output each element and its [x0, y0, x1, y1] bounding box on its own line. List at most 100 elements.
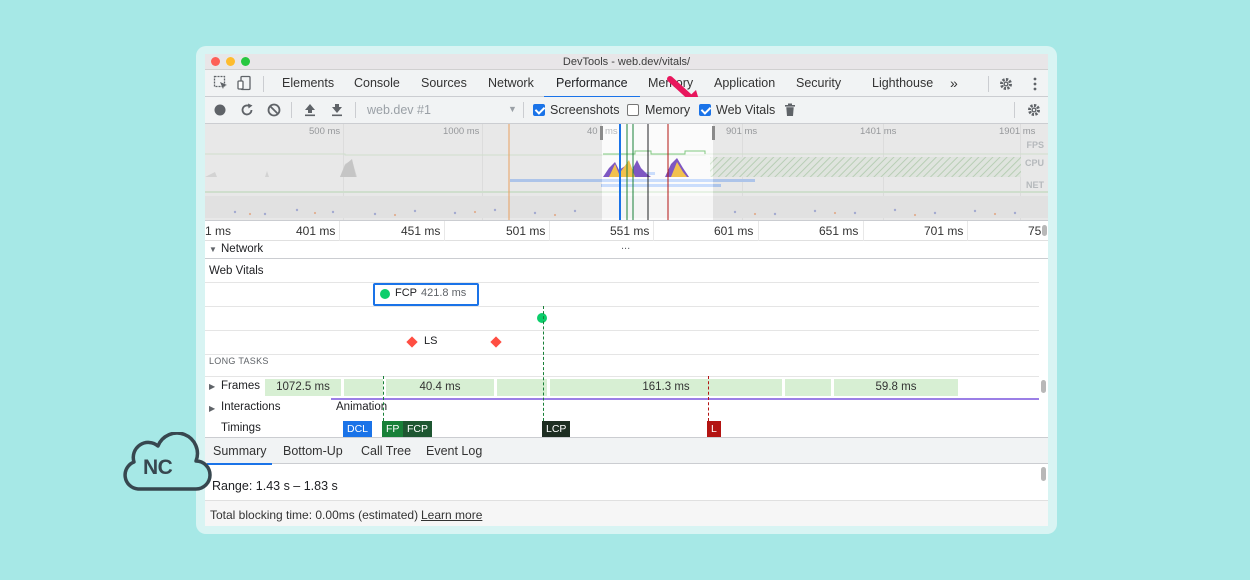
- gridline: [444, 221, 445, 241]
- tab-event-log[interactable]: Event Log: [426, 444, 482, 458]
- tab-performance[interactable]: Performance: [544, 70, 640, 98]
- load-marker-line: [708, 376, 709, 421]
- settings-gear-icon[interactable]: [998, 76, 1014, 92]
- frames-track[interactable]: ▶ Frames 1072.5 ms 40.4 ms 161.3 ms 59.8…: [205, 377, 1039, 397]
- timings-label: Timings: [221, 422, 261, 434]
- expand-triangle-icon[interactable]: ▶: [209, 382, 215, 391]
- trash-icon[interactable]: [782, 102, 798, 118]
- expand-triangle-icon[interactable]: ▶: [209, 404, 215, 413]
- tracks-scrollbar[interactable]: [1041, 380, 1046, 393]
- status-footer: Total blocking time: 0.00ms (estimated) …: [205, 500, 1048, 526]
- frame-block[interactable]: 59.8 ms: [834, 379, 958, 396]
- frame-block[interactable]: 40.4 ms: [386, 379, 494, 396]
- total-blocking-time: Total blocking time: 0.00ms (estimated): [210, 508, 419, 522]
- toolbar-divider: [1014, 102, 1015, 118]
- layout-shift-label: LS: [424, 335, 438, 347]
- reload-icon[interactable]: [239, 102, 255, 118]
- animation-label: Animation: [336, 401, 388, 413]
- lane-divider: [205, 330, 1039, 331]
- network-track-label: Network: [221, 243, 264, 255]
- details-tab-bar: Summary Bottom-Up Call Tree Event Log: [205, 437, 1048, 465]
- frame-block[interactable]: [344, 379, 383, 396]
- learn-more-link[interactable]: Learn more: [421, 508, 482, 522]
- summary-scrollbar[interactable]: [1041, 467, 1046, 481]
- lane-divider: [205, 354, 1039, 355]
- inspect-element-icon[interactable]: [213, 75, 229, 91]
- frames-label: Frames: [221, 380, 260, 392]
- tab-network[interactable]: Network: [488, 70, 534, 97]
- ruler-tick: 451 ms: [401, 224, 441, 238]
- tab-call-tree[interactable]: Call Tree: [361, 444, 411, 458]
- fcp-badge[interactable]: FCP: [403, 421, 432, 437]
- ruler-tick: 501 ms: [506, 224, 546, 238]
- logo-text: NC: [143, 456, 173, 479]
- expand-triangle-icon[interactable]: ▼: [209, 245, 217, 254]
- memory-checkbox[interactable]: [627, 104, 639, 116]
- dcl-badge[interactable]: DCL: [343, 421, 373, 437]
- ruler-tick: 401 ms: [296, 224, 336, 238]
- clear-icon[interactable]: [266, 102, 282, 118]
- gridline: [549, 221, 550, 241]
- gridline: [863, 221, 864, 241]
- tab-bottom-up[interactable]: Bottom-Up: [283, 444, 343, 458]
- network-track[interactable]: ▼ Network ...: [205, 240, 1048, 259]
- capture-settings-gear-icon[interactable]: [1026, 102, 1042, 118]
- fcp-good-dot: [380, 289, 390, 299]
- fcp-marker-line: [383, 376, 384, 421]
- load-badge[interactable]: L: [707, 421, 721, 437]
- lcp-badge[interactable]: LCP: [542, 421, 571, 437]
- record-icon[interactable]: [212, 102, 228, 118]
- tab-lighthouse[interactable]: Lighthouse: [872, 70, 933, 97]
- upload-icon[interactable]: [302, 102, 318, 118]
- gridline: [653, 221, 654, 241]
- ruler-tick: 1 ms: [205, 224, 232, 238]
- fp-badge[interactable]: FP: [382, 421, 404, 437]
- gridline: [967, 221, 968, 241]
- tab-console[interactable]: Console: [354, 70, 400, 97]
- fcp-label: FCP: [395, 287, 417, 299]
- kebab-menu-icon[interactable]: [1027, 76, 1043, 92]
- tab-elements[interactable]: Elements: [282, 70, 334, 97]
- frame-block[interactable]: [785, 379, 831, 396]
- tab-application[interactable]: Application: [714, 70, 775, 97]
- devtools-window-frame: DevTools - web.dev/vitals/ Elements Cons…: [196, 46, 1057, 534]
- time-ruler: 1 ms 401 ms 451 ms 501 ms 551 ms 601 ms …: [205, 221, 1048, 241]
- screenshots-checkbox[interactable]: [533, 104, 545, 116]
- tab-security[interactable]: Security: [796, 70, 841, 97]
- more-tabs-button[interactable]: »: [950, 70, 958, 97]
- gridline: [339, 221, 340, 241]
- layout-shift-diamond[interactable]: [406, 336, 418, 348]
- overview-graph: [205, 124, 1048, 220]
- toolbar-divider: [291, 102, 292, 118]
- ruler-scrollbar[interactable]: [1042, 225, 1047, 236]
- fcp-marker-box[interactable]: FCP 421.8 ms: [373, 283, 479, 306]
- window-title: DevTools - web.dev/vitals/: [562, 56, 691, 68]
- nc-cloud-logo: NC: [116, 431, 216, 494]
- lane-divider: [205, 306, 1039, 307]
- chevron-down-icon[interactable]: ▼: [508, 104, 517, 114]
- ruler-tick: 75: [1028, 224, 1042, 238]
- frame-block[interactable]: [497, 379, 547, 396]
- summary-range: Range: 1.43 s – 1.83 s: [212, 479, 338, 493]
- layout-shift-diamond[interactable]: [490, 336, 502, 348]
- tab-sources[interactable]: Sources: [421, 70, 467, 97]
- download-icon[interactable]: [329, 102, 345, 118]
- web-vitals-checkbox[interactable]: [699, 104, 711, 116]
- toolbar-divider: [355, 102, 356, 118]
- ruler-tick: 551 ms: [610, 224, 650, 238]
- tab-summary[interactable]: Summary: [206, 444, 274, 465]
- device-toolbar-icon[interactable]: [237, 75, 253, 91]
- recording-select[interactable]: web.dev #1: [367, 103, 431, 117]
- tab-divider: [988, 76, 989, 92]
- resize-handle[interactable]: ...: [621, 240, 630, 252]
- performance-toolbar: web.dev #1 ▼ Screenshots Memory Web Vita…: [205, 97, 1048, 124]
- frame-block[interactable]: 1072.5 ms: [265, 379, 341, 396]
- web-vitals-heading: Web Vitals: [209, 265, 264, 277]
- frame-block[interactable]: 161.3 ms: [550, 379, 782, 396]
- lcp-good-dot[interactable]: [537, 313, 547, 323]
- animation-bar[interactable]: [331, 398, 1039, 400]
- timeline-overview[interactable]: 500 ms 1000 ms 40 ms 901 ms 1401 ms 1901…: [205, 124, 1048, 221]
- interactions-label: Interactions: [221, 401, 281, 413]
- ruler-tick: 651 ms: [819, 224, 859, 238]
- ruler-tick: 601 ms: [714, 224, 754, 238]
